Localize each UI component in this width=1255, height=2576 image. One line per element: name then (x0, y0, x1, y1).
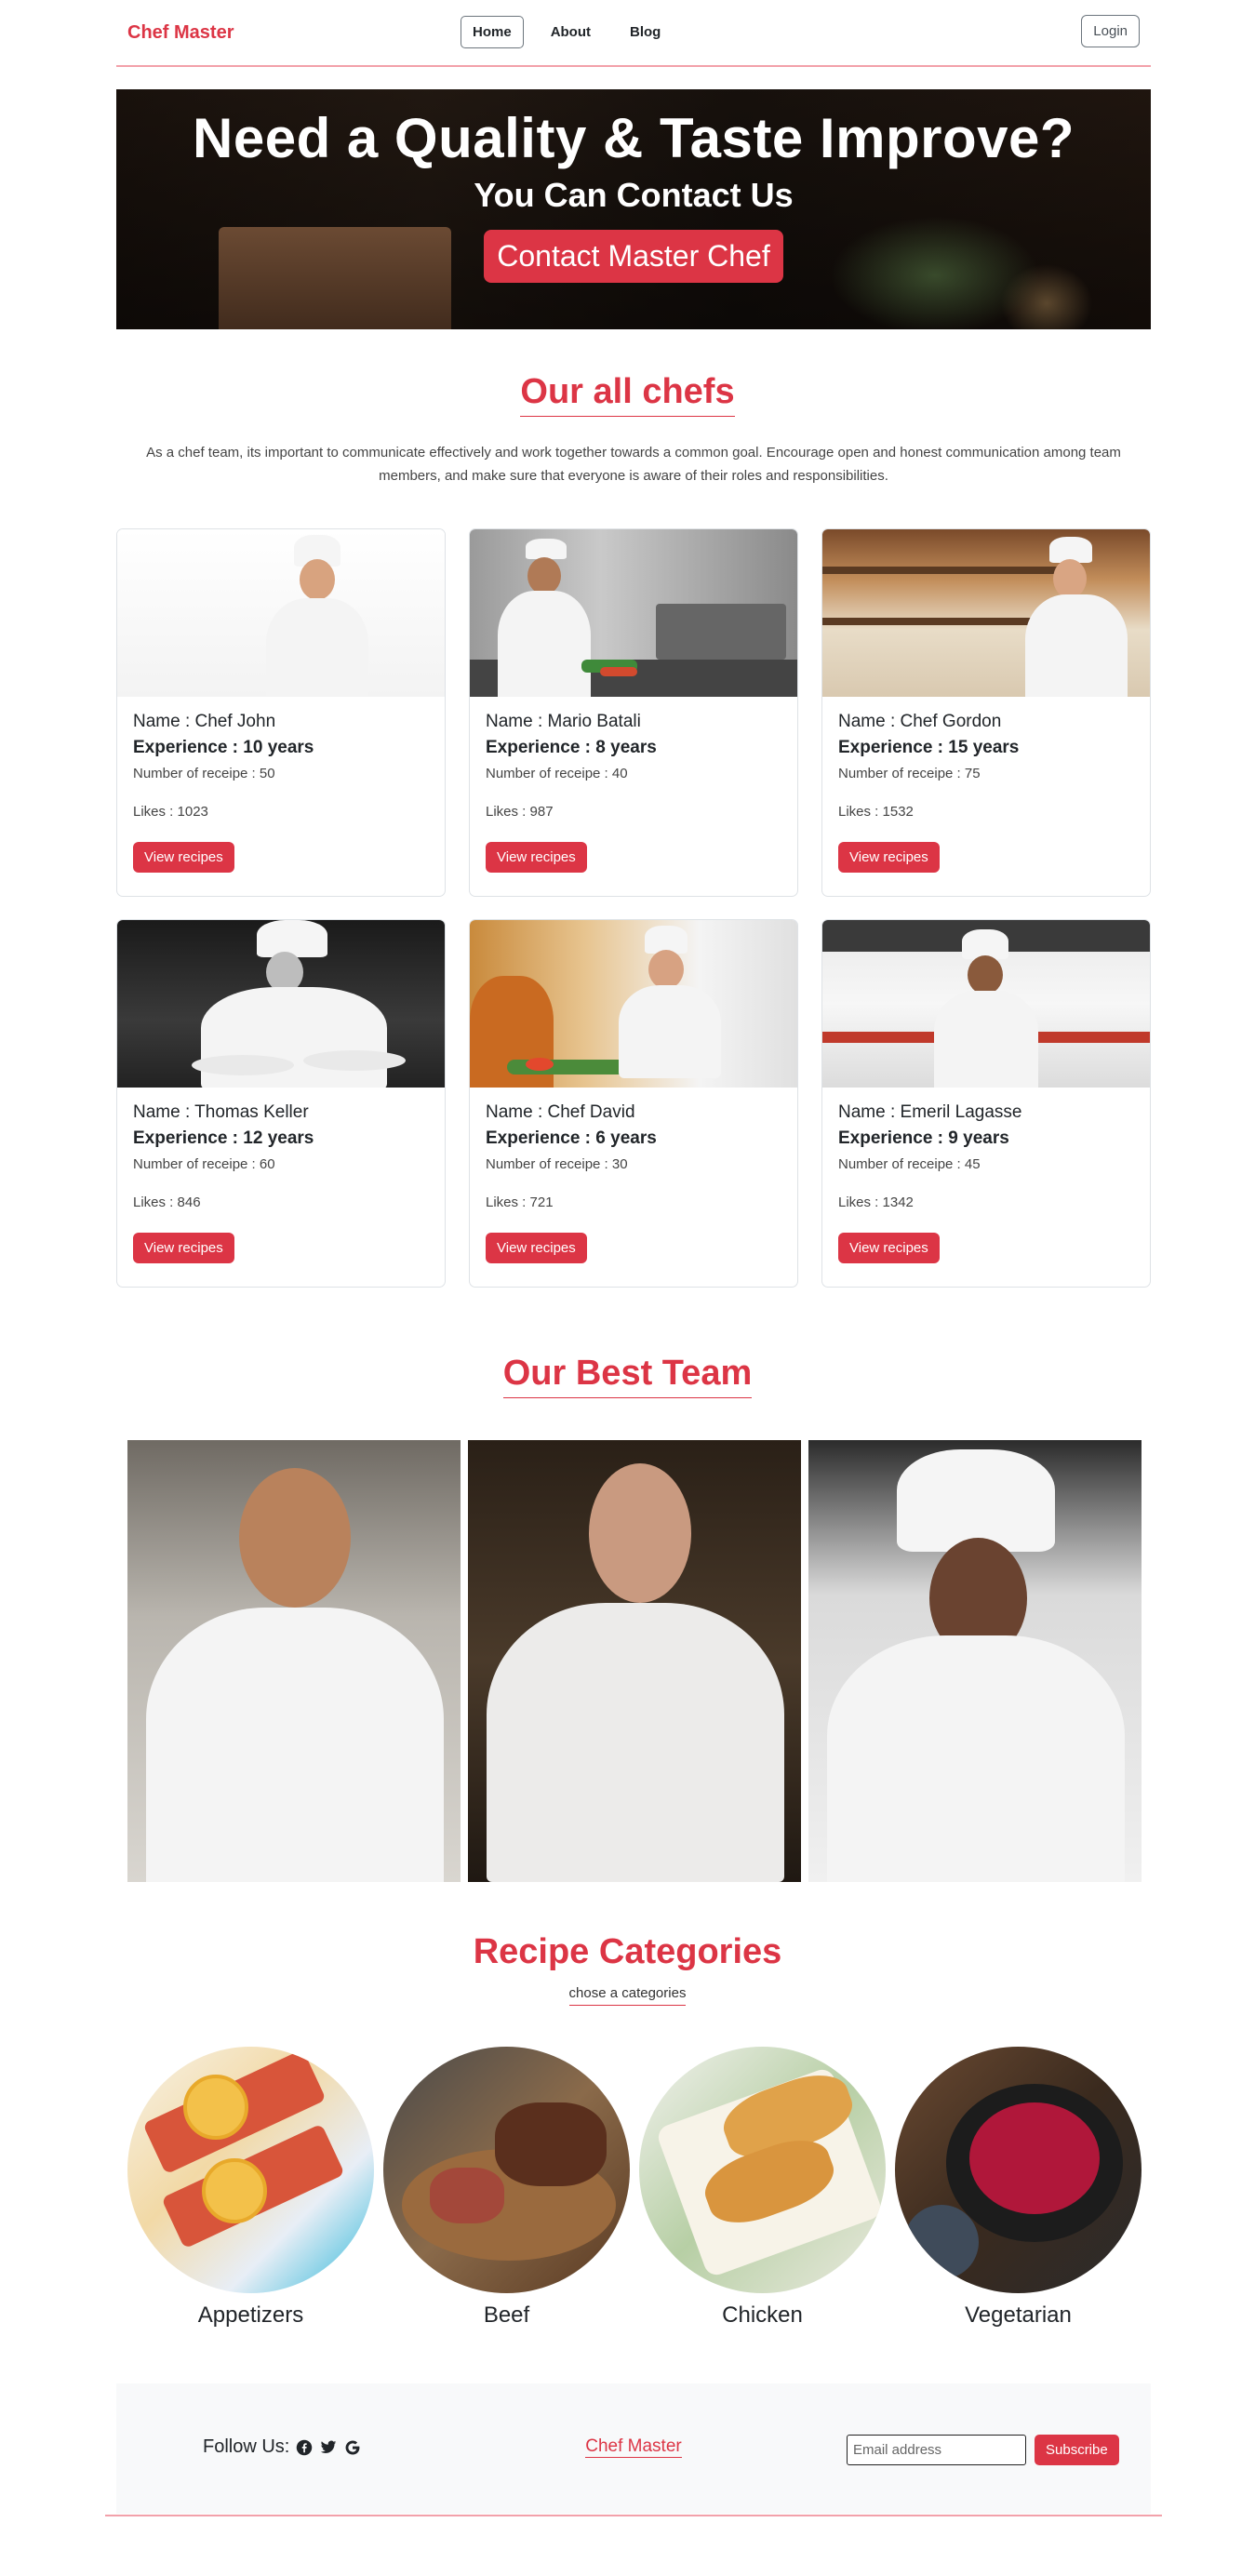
chefs-section-title: Our all chefs (520, 372, 735, 417)
categories-section-title-wrap: Recipe Categories (0, 1932, 1255, 1976)
chef-name: Name : Emeril Lagasse (838, 1102, 1022, 1122)
chef-card: Name : Mario Batali Experience : 8 years… (469, 528, 798, 897)
nav-link-blog[interactable]: Blog (618, 16, 673, 48)
brand-logo[interactable]: Chef Master (127, 22, 234, 44)
categories-subtitle-wrap: chose a categories (0, 1985, 1255, 2006)
footer-brand-link[interactable]: Chef Master (585, 2436, 682, 2458)
chef-card: Name : Chef John Experience : 10 years N… (116, 528, 446, 897)
email-field[interactable] (847, 2435, 1026, 2465)
contact-chef-button[interactable]: Contact Master Chef (484, 230, 783, 283)
chef-experience: Experience : 15 years (838, 738, 1020, 757)
chef-photo (822, 920, 1150, 1088)
categories-subtitle: chose a categories (568, 1985, 687, 2006)
team-gallery (127, 1440, 1142, 1882)
chef-name: Name : Thomas Keller (133, 1102, 309, 1122)
chef-name: Name : Chef Gordon (838, 712, 1002, 731)
chef-card: Name : Chef David Experience : 6 years N… (469, 919, 798, 1288)
view-recipes-button[interactable]: View recipes (838, 1233, 940, 1263)
chef-likes: Likes : 1023 (133, 804, 208, 820)
chef-card: Name : Chef Gordon Experience : 15 years… (821, 528, 1151, 897)
team-section-title: Our Best Team (502, 1354, 753, 1398)
view-recipes-button[interactable]: View recipes (133, 1233, 234, 1263)
chef-photo (117, 529, 445, 697)
chef-recipe-count: Number of receipe : 60 (133, 1156, 275, 1172)
chef-likes: Likes : 987 (486, 804, 554, 820)
category-label: Chicken (722, 2302, 803, 2328)
category-image[interactable] (127, 2047, 374, 2293)
view-recipes-button[interactable]: View recipes (486, 1233, 587, 1263)
chef-recipe-count: Number of receipe : 50 (133, 766, 275, 781)
view-recipes-button[interactable]: View recipes (486, 842, 587, 873)
navbar: Chef Master Home About Blog Login (116, 0, 1151, 67)
nav-links: Home About Blog (461, 16, 673, 48)
category-appetizers[interactable]: Appetizers (127, 2047, 374, 2329)
category-beef[interactable]: Beef (383, 2047, 630, 2329)
hero-title: Need a Quality & Taste Improve? (193, 107, 1075, 169)
hero-background-board (219, 227, 451, 329)
hero-banner: Need a Quality & Taste Improve? You Can … (116, 89, 1151, 329)
chef-experience: Experience : 12 years (133, 1128, 314, 1148)
chef-experience: Experience : 10 years (133, 738, 314, 757)
chefs-section-description: As a chef team, its important to communi… (146, 445, 1121, 484)
hero-subtitle: You Can Contact Us (474, 176, 794, 214)
chef-card: Name : Thomas Keller Experience : 12 yea… (116, 919, 446, 1288)
chef-experience: Experience : 6 years (486, 1128, 657, 1148)
chef-photo (822, 529, 1150, 697)
view-recipes-button[interactable]: View recipes (838, 842, 940, 873)
chef-name: Name : Chef John (133, 712, 276, 731)
category-image[interactable] (639, 2047, 886, 2293)
categories-section-title: Recipe Categories (473, 1932, 782, 1971)
view-recipes-button[interactable]: View recipes (133, 842, 234, 873)
chef-experience: Experience : 8 years (486, 738, 657, 757)
category-image[interactable] (383, 2047, 630, 2293)
team-photo (808, 1440, 1142, 1882)
chef-photo (470, 920, 797, 1088)
team-photo (127, 1440, 461, 1882)
category-vegetarian[interactable]: Vegetarian (895, 2047, 1142, 2329)
category-list: Appetizers Beef Chicken Vegetarian (127, 2047, 1142, 2329)
nav-link-home[interactable]: Home (461, 16, 524, 48)
chef-recipe-count: Number of receipe : 75 (838, 766, 981, 781)
chef-recipe-count: Number of receipe : 30 (486, 1156, 628, 1172)
chefs-section-title-wrap: Our all chefs (0, 372, 1255, 417)
category-label: Vegetarian (965, 2302, 1072, 2328)
chef-recipe-count: Number of receipe : 45 (838, 1156, 981, 1172)
chef-card: Name : Emeril Lagasse Experience : 9 yea… (821, 919, 1151, 1288)
chef-name: Name : Mario Batali (486, 712, 641, 731)
chef-name: Name : Chef David (486, 1102, 635, 1122)
chef-experience: Experience : 9 years (838, 1128, 1009, 1148)
team-photo (468, 1440, 801, 1882)
nav-link-about[interactable]: About (539, 16, 603, 48)
category-label: Appetizers (197, 2302, 304, 2328)
chef-likes: Likes : 846 (133, 1195, 201, 1210)
footer-divider (105, 2515, 1162, 2516)
subscribe-button[interactable]: Subscribe (1035, 2435, 1119, 2465)
team-section-title-wrap: Our Best Team (0, 1354, 1255, 1398)
chef-recipe-count: Number of receipe : 40 (486, 766, 628, 781)
category-label: Beef (483, 2302, 530, 2328)
category-chicken[interactable]: Chicken (639, 2047, 886, 2329)
footer: Follow Us: Chef Master Subscribe (116, 2383, 1151, 2514)
category-image[interactable] (895, 2047, 1142, 2293)
chef-likes: Likes : 1342 (838, 1195, 914, 1210)
chef-photo (117, 920, 445, 1088)
chef-cards-grid: Name : Chef John Experience : 10 years N… (116, 528, 1151, 1288)
chef-likes: Likes : 1532 (838, 804, 914, 820)
chef-likes: Likes : 721 (486, 1195, 554, 1210)
login-button[interactable]: Login (1081, 15, 1140, 47)
chef-photo (470, 529, 797, 697)
